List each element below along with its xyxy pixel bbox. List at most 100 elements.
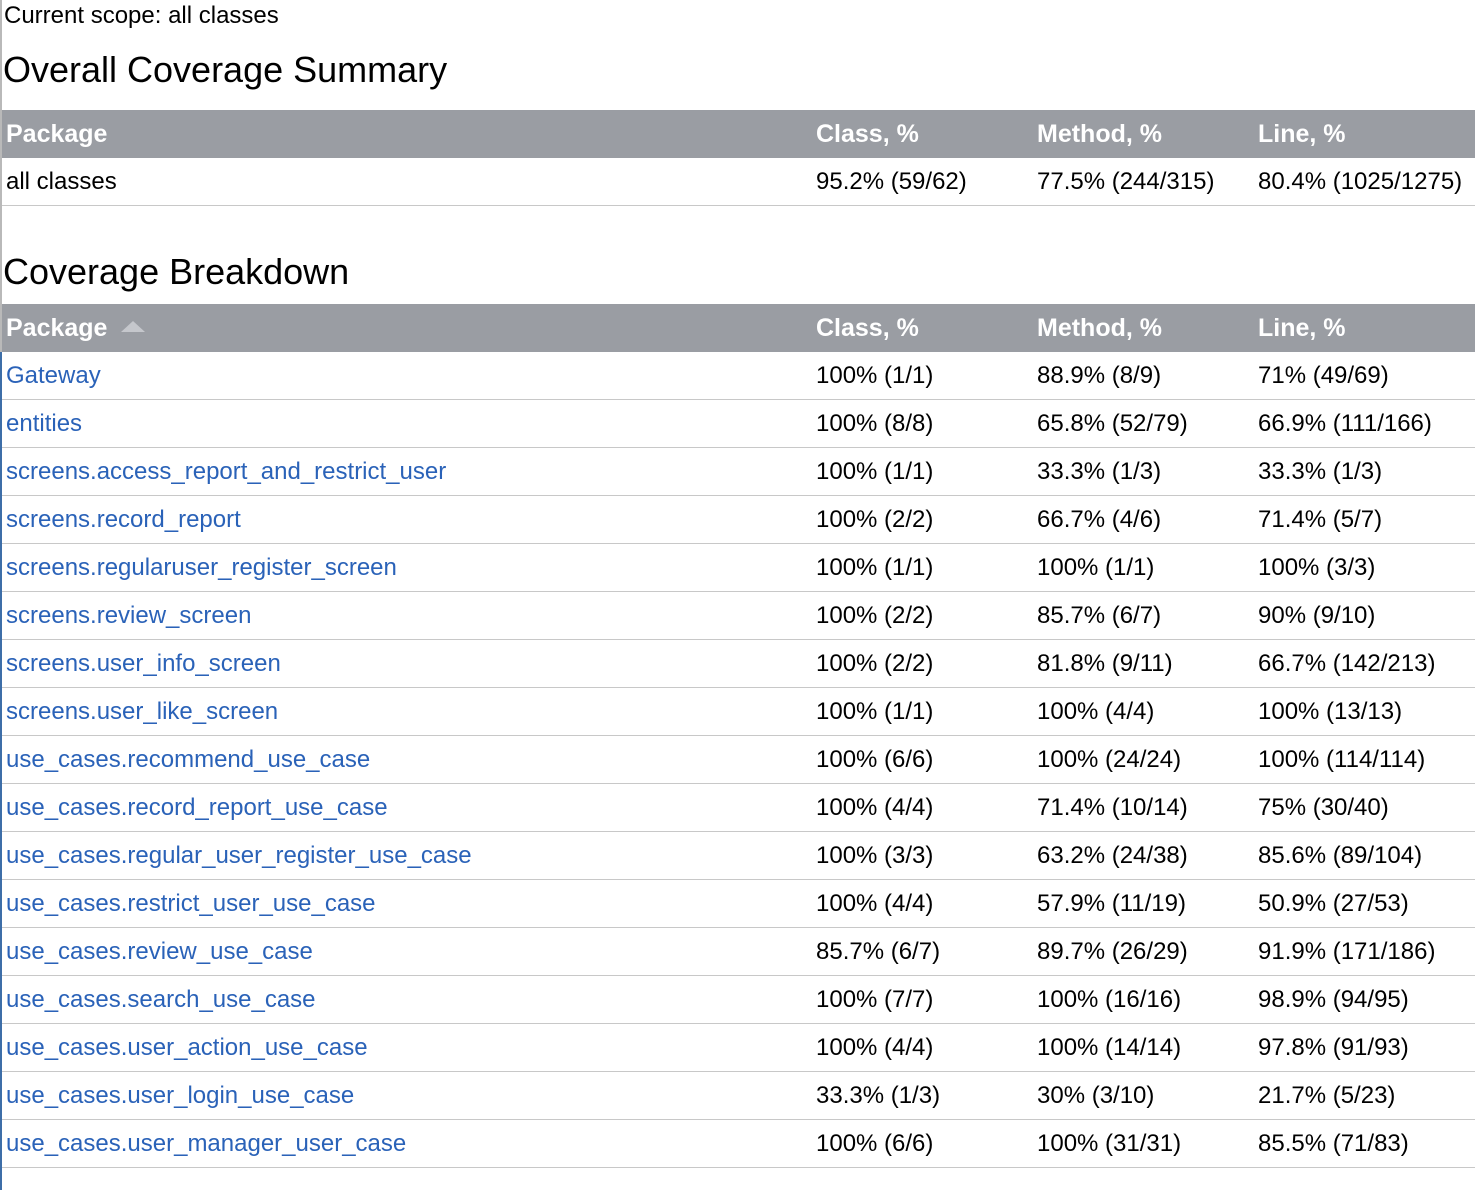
package-cell: use_cases.regular_user_register_use_case [2, 831, 812, 880]
line-coverage-cell: 91.9% (171/186) [1254, 927, 1475, 976]
package-cell: screens.access_report_and_restrict_user [2, 447, 812, 496]
method-coverage-cell: 88.9% (8/9) [1033, 352, 1254, 400]
package-link[interactable]: use_cases.regular_user_register_use_case [6, 842, 472, 869]
coverage-breakdown-title: Coverage Breakdown [3, 251, 350, 292]
summary-package-cell: all classes [2, 158, 812, 206]
table-row: use_cases.restrict_user_use_case 100% (4… [2, 879, 1475, 928]
class-coverage-cell: 100% (2/2) [812, 495, 1033, 544]
table-row: screens.regularuser_register_screen 100%… [2, 543, 1475, 592]
breakdown-header-package-label: Package [6, 313, 108, 342]
coverage-breakdown-table: Package Class, % Method, % Line, % Gatew… [2, 304, 1475, 1168]
table-row: use_cases.user_action_use_case 100% (4/4… [2, 1023, 1475, 1072]
method-coverage-cell: 63.2% (24/38) [1033, 831, 1254, 880]
breakdown-header-class[interactable]: Class, % [812, 304, 1033, 352]
summary-header-line: Line, % [1254, 110, 1475, 158]
method-coverage-cell: 100% (1/1) [1033, 543, 1254, 592]
package-link[interactable]: use_cases.user_action_use_case [6, 1034, 368, 1061]
line-coverage-cell: 66.9% (111/166) [1254, 399, 1475, 448]
class-coverage-cell: 100% (1/1) [812, 352, 1033, 400]
package-link[interactable]: screens.user_like_screen [6, 698, 278, 725]
package-link[interactable]: use_cases.record_report_use_case [6, 794, 388, 821]
table-row: entities 100% (8/8) 65.8% (52/79) 66.9% … [2, 399, 1475, 448]
package-link[interactable]: screens.regularuser_register_screen [6, 554, 397, 581]
class-coverage-cell: 100% (3/3) [812, 831, 1033, 880]
table-row: screens.record_report 100% (2/2) 66.7% (… [2, 495, 1475, 544]
method-coverage-cell: 100% (14/14) [1033, 1023, 1254, 1072]
class-coverage-cell: 100% (6/6) [812, 735, 1033, 784]
class-coverage-cell: 100% (7/7) [812, 975, 1033, 1024]
breakdown-header-package[interactable]: Package [2, 304, 812, 352]
breakdown-header-row: Package Class, % Method, % Line, % [2, 304, 1475, 352]
overall-summary-table: Package Class, % Method, % Line, % all c… [2, 110, 1475, 206]
line-coverage-cell: 71% (49/69) [1254, 352, 1475, 400]
package-link[interactable]: use_cases.user_login_use_case [6, 1082, 354, 1109]
package-link[interactable]: use_cases.recommend_use_case [6, 746, 370, 773]
package-cell: use_cases.restrict_user_use_case [2, 879, 812, 928]
summary-header-class: Class, % [812, 110, 1033, 158]
class-coverage-cell: 100% (4/4) [812, 879, 1033, 928]
breakdown-header-line[interactable]: Line, % [1254, 304, 1475, 352]
breakdown-header-method[interactable]: Method, % [1033, 304, 1254, 352]
line-coverage-cell: 85.6% (89/104) [1254, 831, 1475, 880]
table-row: screens.user_like_screen 100% (1/1) 100%… [2, 687, 1475, 736]
package-cell: use_cases.user_action_use_case [2, 1023, 812, 1072]
line-coverage-cell: 90% (9/10) [1254, 591, 1475, 640]
summary-row: all classes 95.2% (59/62) 77.5% (244/315… [2, 158, 1475, 206]
package-link[interactable]: entities [6, 410, 82, 437]
class-coverage-cell: 100% (1/1) [812, 543, 1033, 592]
package-cell: use_cases.record_report_use_case [2, 783, 812, 832]
summary-header-package: Package [2, 110, 812, 158]
line-coverage-cell: 21.7% (5/23) [1254, 1071, 1475, 1120]
package-cell: screens.user_info_screen [2, 639, 812, 688]
line-coverage-cell: 85.5% (71/83) [1254, 1119, 1475, 1168]
class-coverage-cell: 100% (4/4) [812, 1023, 1033, 1072]
package-cell: entities [2, 399, 812, 448]
package-link[interactable]: screens.access_report_and_restrict_user [6, 458, 446, 485]
package-cell: screens.user_like_screen [2, 687, 812, 736]
table-row: screens.access_report_and_restrict_user … [2, 447, 1475, 496]
table-row: screens.review_screen 100% (2/2) 85.7% (… [2, 591, 1475, 640]
table-row: use_cases.user_manager_user_case 100% (6… [2, 1119, 1475, 1168]
table-row: Gateway 100% (1/1) 88.9% (8/9) 71% (49/6… [2, 352, 1475, 400]
package-link[interactable]: use_cases.restrict_user_use_case [6, 890, 376, 917]
class-coverage-cell: 85.7% (6/7) [812, 927, 1033, 976]
overall-summary-title: Overall Coverage Summary [3, 49, 448, 90]
line-coverage-cell: 75% (30/40) [1254, 783, 1475, 832]
current-scope-label: Current scope: all classes [4, 2, 279, 29]
method-coverage-cell: 71.4% (10/14) [1033, 783, 1254, 832]
package-link[interactable]: screens.user_info_screen [6, 650, 281, 677]
package-cell: use_cases.user_manager_user_case [2, 1119, 812, 1168]
package-cell: screens.regularuser_register_screen [2, 543, 812, 592]
class-coverage-cell: 100% (4/4) [812, 783, 1033, 832]
class-coverage-cell: 100% (2/2) [812, 591, 1033, 640]
package-cell: use_cases.search_use_case [2, 975, 812, 1024]
table-row: screens.user_info_screen 100% (2/2) 81.8… [2, 639, 1475, 688]
line-coverage-cell: 71.4% (5/7) [1254, 495, 1475, 544]
package-cell: Gateway [2, 352, 812, 400]
class-coverage-cell: 100% (8/8) [812, 399, 1033, 448]
method-coverage-cell: 100% (24/24) [1033, 735, 1254, 784]
line-coverage-cell: 100% (114/114) [1254, 735, 1475, 784]
package-cell: screens.record_report [2, 495, 812, 544]
line-coverage-cell: 33.3% (1/3) [1254, 447, 1475, 496]
package-link[interactable]: screens.review_screen [6, 602, 251, 629]
package-link[interactable]: screens.record_report [6, 506, 241, 533]
method-coverage-cell: 81.8% (9/11) [1033, 639, 1254, 688]
method-coverage-cell: 89.7% (26/29) [1033, 927, 1254, 976]
package-link[interactable]: use_cases.review_use_case [6, 938, 313, 965]
package-link[interactable]: Gateway [6, 362, 101, 389]
sort-ascending-icon[interactable] [121, 321, 146, 333]
summary-header-row: Package Class, % Method, % Line, % [2, 110, 1475, 158]
table-row: use_cases.search_use_case 100% (7/7) 100… [2, 975, 1475, 1024]
class-coverage-cell: 100% (6/6) [812, 1119, 1033, 1168]
method-coverage-cell: 100% (31/31) [1033, 1119, 1254, 1168]
method-coverage-cell: 65.8% (52/79) [1033, 399, 1254, 448]
line-coverage-cell: 97.8% (91/93) [1254, 1023, 1475, 1072]
class-coverage-cell: 100% (2/2) [812, 639, 1033, 688]
package-link[interactable]: use_cases.user_manager_user_case [6, 1130, 406, 1157]
table-row: use_cases.review_use_case 85.7% (6/7) 89… [2, 927, 1475, 976]
method-coverage-cell: 30% (3/10) [1033, 1071, 1254, 1120]
table-row: use_cases.regular_user_register_use_case… [2, 831, 1475, 880]
package-link[interactable]: use_cases.search_use_case [6, 986, 316, 1013]
method-coverage-cell: 100% (16/16) [1033, 975, 1254, 1024]
